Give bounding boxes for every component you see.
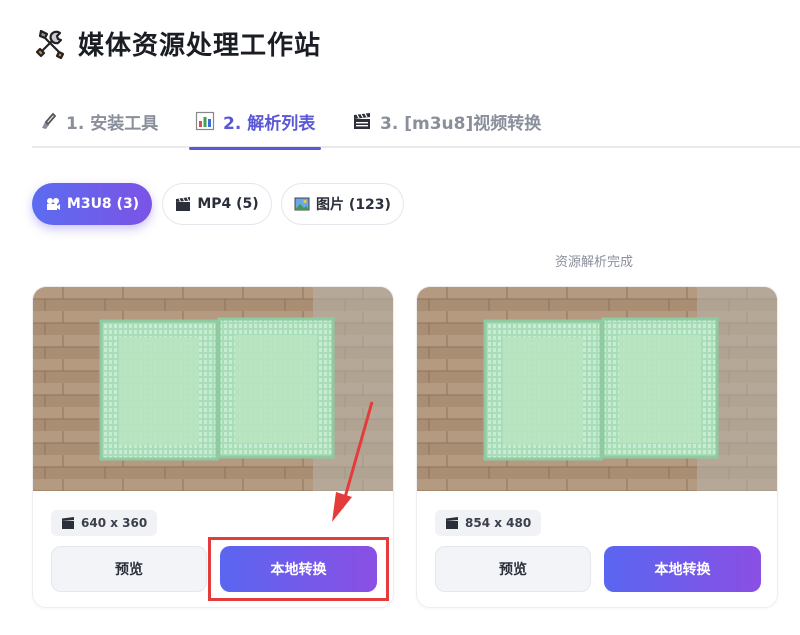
media-card: 854 x 480 预览 本地转换 xyxy=(416,286,778,608)
resolution-badge: 854 x 480 xyxy=(435,510,542,536)
clapperboard-icon xyxy=(61,516,75,530)
video-thumbnail[interactable] xyxy=(417,287,777,491)
filter-label: 图片 (123) xyxy=(316,197,391,213)
clapperboard-icon xyxy=(175,196,191,212)
tab-bar: 1. 安装工具 2. 解析列表 3. [m3u8]视频转换 xyxy=(32,96,800,150)
filter-images[interactable]: 图片 (123) xyxy=(281,183,404,225)
tools-icon xyxy=(35,29,65,60)
chart-icon xyxy=(195,111,215,131)
tab-parse-list[interactable]: 2. 解析列表 xyxy=(188,96,322,150)
resolution-badge: 640 x 360 xyxy=(51,510,158,536)
tab-m3u8-convert[interactable]: 3. [m3u8]视频转换 xyxy=(352,96,541,146)
local-convert-button[interactable]: 本地转换 xyxy=(604,546,761,592)
preview-button[interactable]: 预览 xyxy=(435,546,591,592)
preview-button[interactable]: 预览 xyxy=(51,546,207,592)
resolution-label: 640 x 360 xyxy=(81,516,148,530)
resolution-label: 854 x 480 xyxy=(465,516,532,530)
tab-label: 2. 解析列表 xyxy=(223,113,316,134)
filter-mp4[interactable]: MP4 (5) xyxy=(162,183,272,225)
tab-label: 1. 安装工具 xyxy=(66,113,159,134)
filter-m3u8[interactable]: M3U8 (3) xyxy=(32,183,152,225)
tab-label: 3. [m3u8]视频转换 xyxy=(380,113,542,134)
status-text: 资源解析完成 xyxy=(555,255,634,270)
page-title: 媒体资源处理工作站 xyxy=(78,30,322,61)
tab-install-tools[interactable]: 1. 安装工具 xyxy=(38,96,158,146)
clapperboard-icon xyxy=(352,111,372,131)
film-projector-icon xyxy=(45,196,61,212)
filter-label: M3U8 (3) xyxy=(66,196,140,212)
clapperboard-icon xyxy=(445,516,459,530)
brush-icon xyxy=(38,111,58,131)
filter-label: MP4 (5) xyxy=(197,196,259,212)
highlight-box xyxy=(208,537,389,601)
app-header: 媒体资源处理工作站 xyxy=(32,22,321,64)
video-thumbnail[interactable] xyxy=(33,287,393,491)
picture-icon xyxy=(294,196,310,212)
